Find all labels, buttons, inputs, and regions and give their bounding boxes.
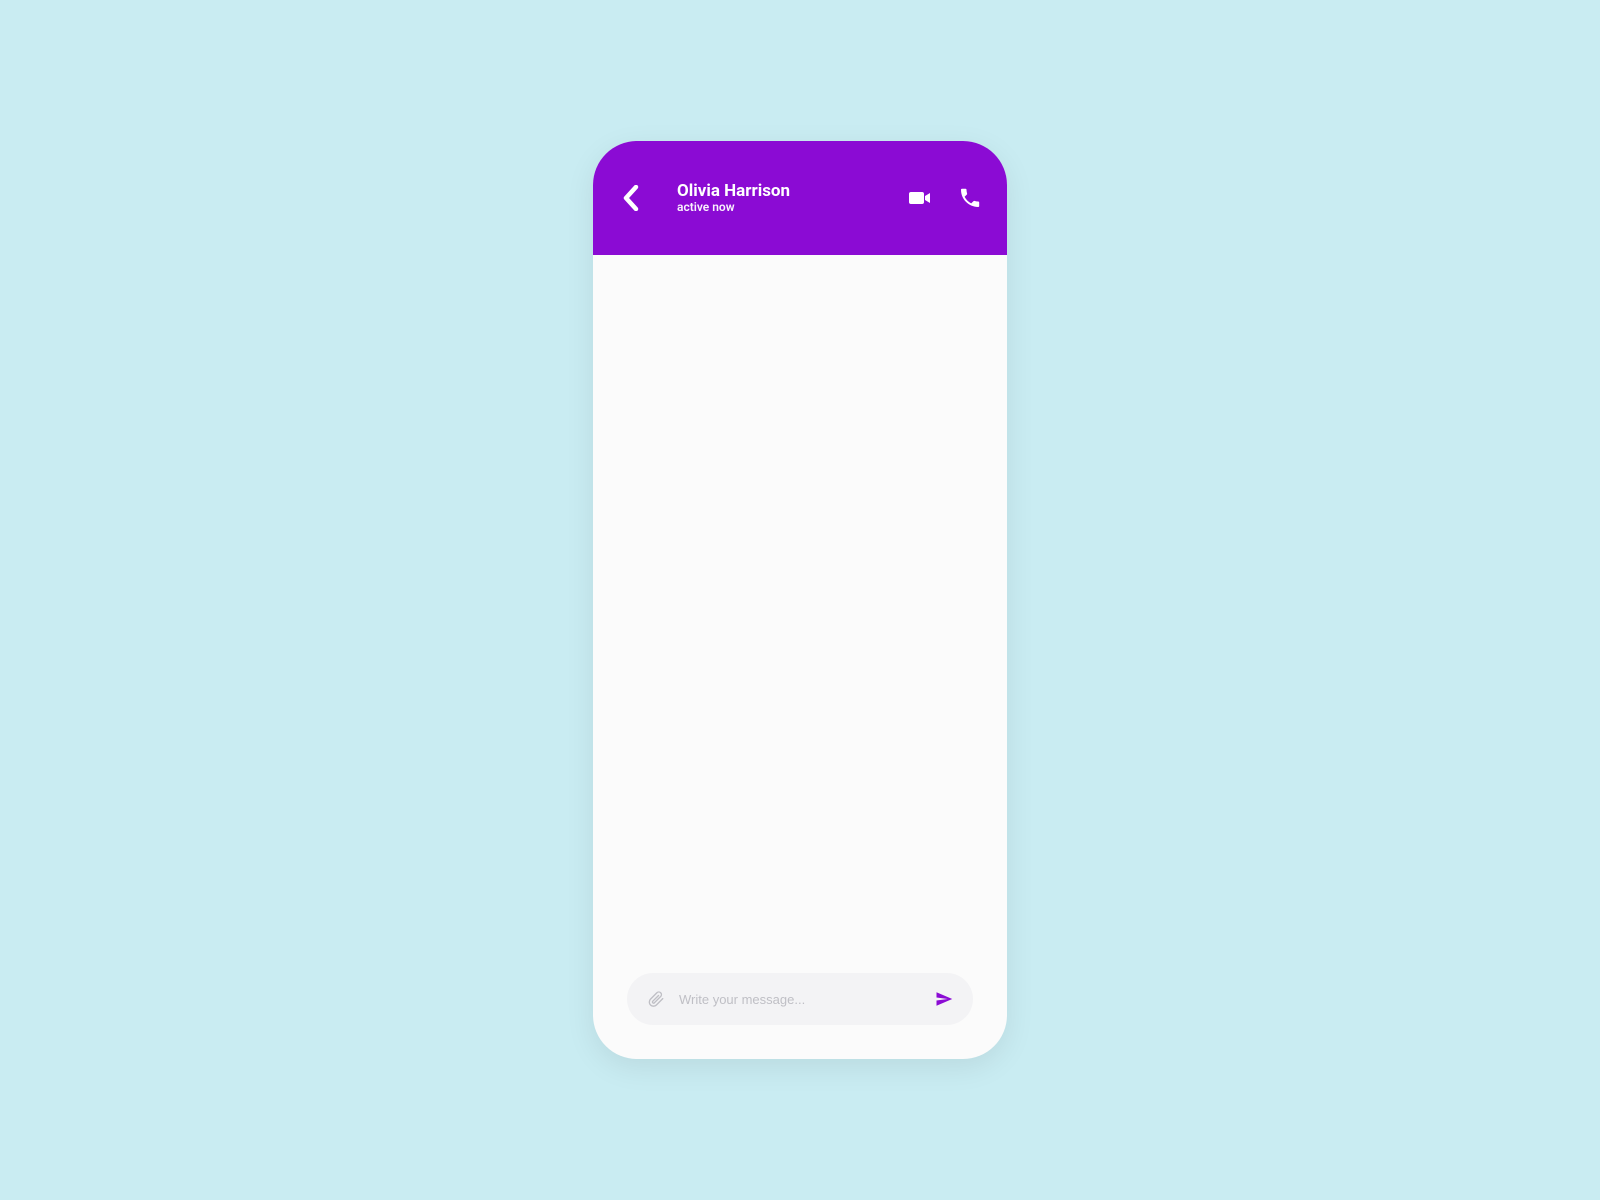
- paper-plane-icon: [935, 990, 953, 1008]
- composer-area: [593, 973, 1007, 1059]
- video-call-button[interactable]: [907, 185, 933, 211]
- chat-header: Olivia Harrison active now: [593, 141, 1007, 255]
- contact-name: Olivia Harrison: [677, 182, 889, 201]
- back-button[interactable]: [617, 184, 645, 212]
- attach-button[interactable]: [645, 988, 667, 1010]
- video-icon: [908, 186, 932, 210]
- phone-icon: [958, 186, 982, 210]
- message-input[interactable]: [679, 992, 921, 1007]
- voice-call-button[interactable]: [957, 185, 983, 211]
- messages-area[interactable]: [593, 255, 1007, 973]
- chat-screen: Olivia Harrison active now: [593, 141, 1007, 1059]
- contact-info[interactable]: Olivia Harrison active now: [677, 182, 889, 214]
- paperclip-icon: [647, 990, 665, 1008]
- header-actions: [907, 185, 983, 211]
- contact-status: active now: [677, 200, 889, 214]
- chevron-left-icon: [623, 185, 639, 211]
- send-button[interactable]: [933, 988, 955, 1010]
- composer: [627, 973, 973, 1025]
